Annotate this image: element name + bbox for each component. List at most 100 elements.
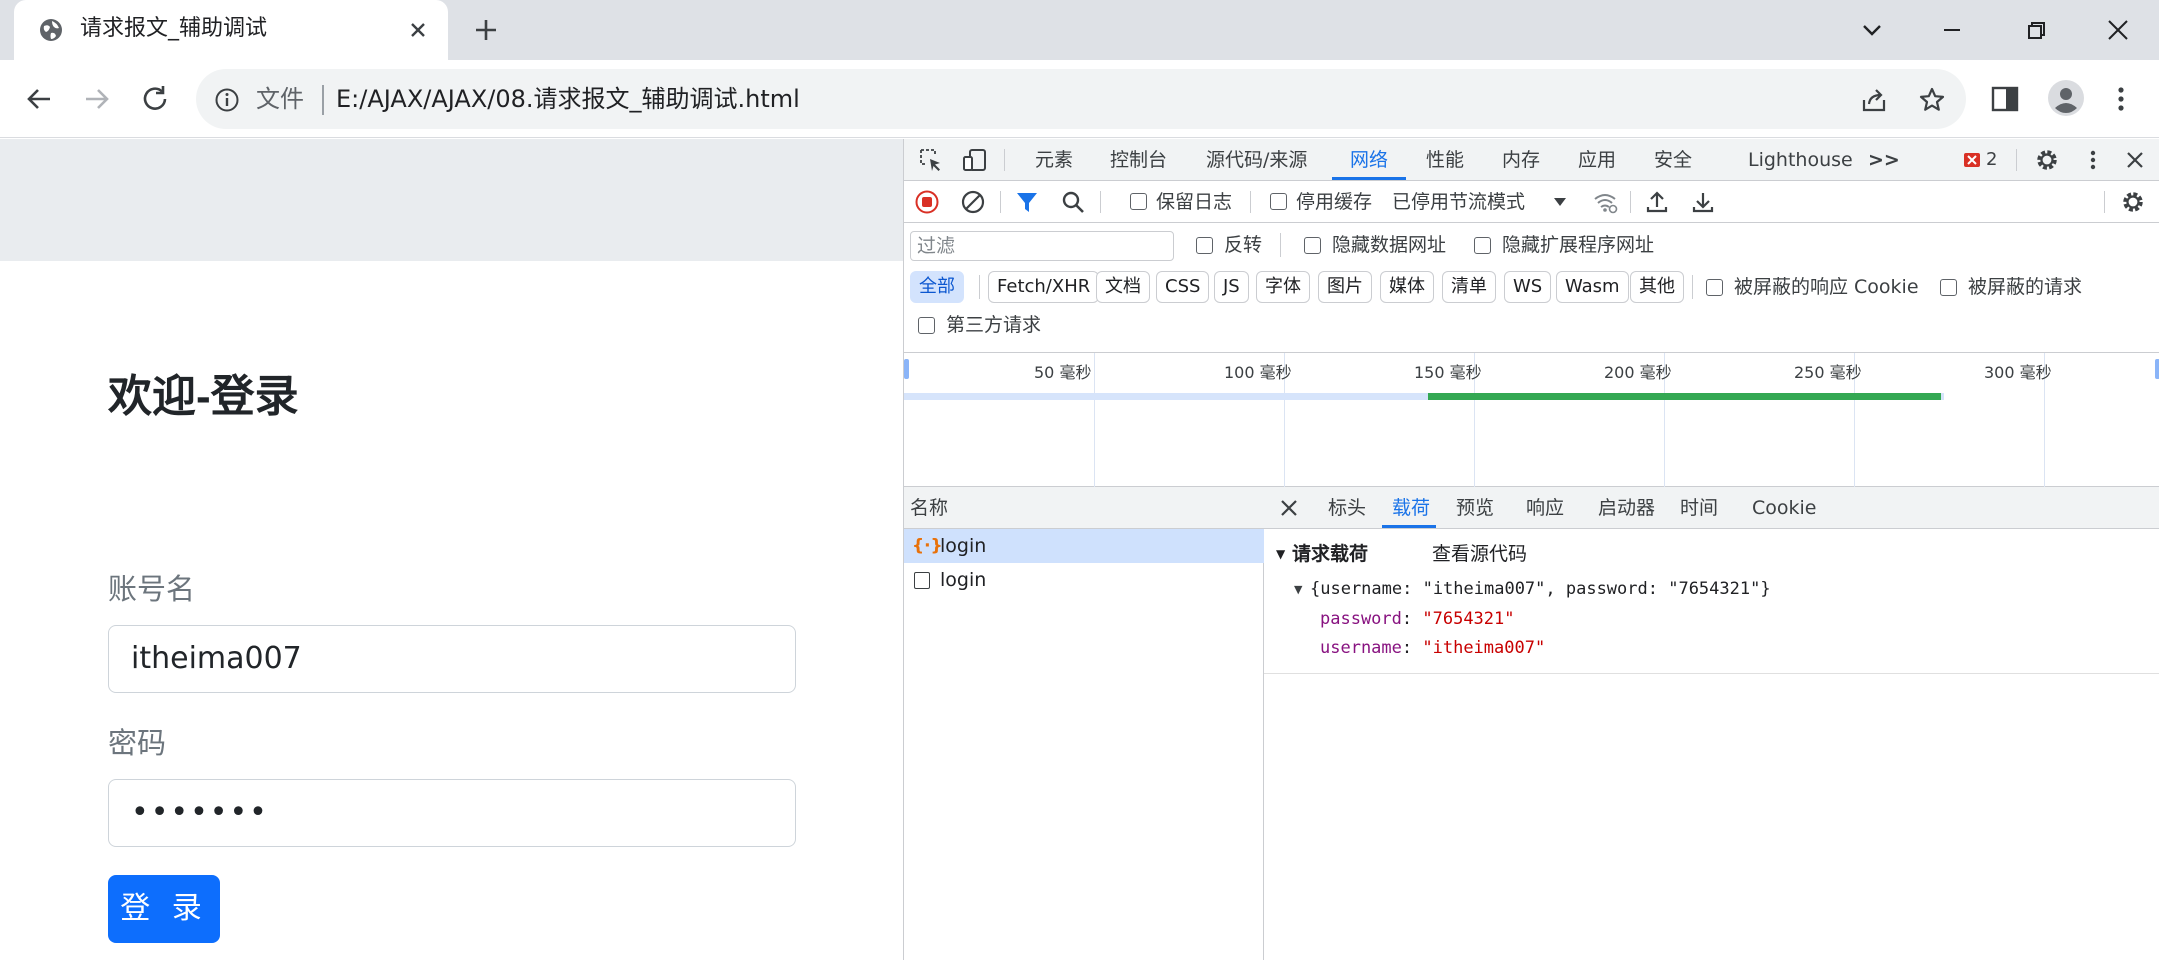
info-icon[interactable]	[214, 87, 240, 113]
section-expand-triangle-icon[interactable]: ▼	[1276, 547, 1285, 561]
timeline-request-bar[interactable]	[1428, 393, 1942, 400]
third-party-checkbox[interactable]	[918, 317, 935, 334]
payload-key: password	[1320, 609, 1402, 629]
restore-icon[interactable]	[2016, 10, 2056, 50]
hide-ext-urls-checkbox[interactable]	[1474, 237, 1491, 254]
error-count[interactable]: 2	[1986, 139, 1997, 181]
record-stop-icon[interactable]	[914, 189, 940, 215]
detail-tab-cookies[interactable]: Cookie	[1752, 487, 1817, 529]
preserve-log-checkbox[interactable]	[1130, 193, 1147, 210]
tab-network[interactable]: 网络	[1350, 139, 1388, 181]
share-icon[interactable]	[1860, 86, 1888, 114]
ctrl-separator	[1250, 191, 1251, 213]
filter-chip-wasm[interactable]: Wasm	[1556, 271, 1629, 303]
request-row[interactable]: {·} login	[904, 529, 1264, 563]
back-arrow-icon[interactable]	[20, 80, 58, 118]
filter-separator	[1692, 275, 1693, 299]
tab-close-icon[interactable]	[406, 18, 430, 42]
tab-memory[interactable]: 内存	[1502, 139, 1540, 181]
address-bar[interactable]: 文件 E:/AJAX/AJAX/08.请求报文_辅助调试.html	[196, 69, 1966, 129]
tab-performance[interactable]: 性能	[1426, 139, 1464, 181]
chevron-down-icon[interactable]	[1852, 10, 1892, 50]
network-settings-gear-icon[interactable]	[2120, 189, 2146, 215]
timeline-left-handle[interactable]	[904, 359, 909, 379]
ctrl-separator	[1100, 191, 1101, 213]
inspect-element-icon[interactable]	[918, 147, 944, 173]
filter-chip-fetch-xhr[interactable]: Fetch/XHR	[988, 271, 1100, 303]
filter-chip-media[interactable]: 媒体	[1380, 271, 1434, 303]
devtools-close-icon[interactable]	[2122, 147, 2148, 173]
filter-chip-css[interactable]: CSS	[1156, 271, 1210, 303]
object-expand-triangle-icon[interactable]: ▼	[1294, 583, 1302, 596]
star-icon[interactable]	[1918, 86, 1946, 114]
plus-icon[interactable]	[470, 14, 502, 46]
request-name: login	[940, 569, 987, 591]
forward-arrow-icon[interactable]	[78, 80, 116, 118]
close-detail-icon[interactable]	[1278, 497, 1300, 519]
caret-down-icon[interactable]	[1552, 196, 1568, 208]
devtools-menu-icon[interactable]	[2080, 147, 2106, 173]
tab-application[interactable]: 应用	[1578, 139, 1616, 181]
filter-chip-doc[interactable]: 文档	[1096, 271, 1150, 303]
network-conditions-icon[interactable]	[1592, 189, 1618, 215]
blocked-requests-checkbox[interactable]	[1940, 279, 1957, 296]
invert-checkbox[interactable]	[1196, 237, 1213, 254]
detail-tab-response[interactable]: 响应	[1526, 487, 1564, 529]
detail-tab-timing[interactable]: 时间	[1680, 487, 1718, 529]
side-panel-icon[interactable]	[1988, 82, 2022, 116]
device-toolbar-icon[interactable]	[962, 147, 988, 173]
tab-elements[interactable]: 元素	[1035, 139, 1073, 181]
section-title[interactable]: 请求载荷	[1292, 539, 1368, 569]
detail-tab-headers[interactable]: 标头	[1328, 487, 1366, 529]
third-party-label: 第三方请求	[946, 314, 1042, 336]
filter-chip-js[interactable]: JS	[1214, 271, 1249, 303]
disable-cache-checkbox[interactable]	[1270, 193, 1287, 210]
password-field[interactable]: •••••••	[108, 779, 796, 847]
request-row[interactable]: login	[904, 563, 1264, 597]
username-field[interactable]: itheima007	[108, 625, 796, 693]
filter-chip-ws[interactable]: WS	[1504, 271, 1552, 303]
timeline-right-handle[interactable]	[2155, 359, 2159, 379]
invert-label: 反转	[1224, 234, 1263, 256]
reload-icon[interactable]	[136, 80, 174, 118]
minimize-icon[interactable]	[1932, 10, 1972, 50]
clear-icon[interactable]	[960, 189, 986, 215]
error-badge-icon[interactable]	[1964, 153, 1980, 167]
blocked-cookies-checkbox[interactable]	[1706, 279, 1723, 296]
view-source-link[interactable]: 查看源代码	[1432, 539, 1527, 569]
filter-input[interactable]: 过滤	[910, 231, 1174, 261]
profile-avatar-icon[interactable]	[2046, 78, 2086, 118]
payload-summary[interactable]: {username: "itheima007", password: "7654…	[1310, 577, 1771, 601]
tab-console[interactable]: 控制台	[1110, 139, 1167, 181]
network-overview-timeline[interactable]: 50 毫秒 100 毫秒 150 毫秒 200 毫秒 250 毫秒 300 毫秒	[904, 353, 2159, 487]
filter-chip-font[interactable]: 字体	[1256, 271, 1310, 303]
filter-chip-img[interactable]: 图片	[1318, 271, 1372, 303]
timeline-tick-label: 50 毫秒	[1034, 363, 1092, 382]
throttling-select[interactable]: 已停用节流模式	[1392, 181, 1525, 223]
filter-chip-manifest[interactable]: 清单	[1442, 271, 1496, 303]
filter-chip-other[interactable]: 其他	[1630, 271, 1684, 303]
document-icon	[914, 572, 930, 589]
login-button[interactable]: 登 录	[108, 875, 220, 943]
kebab-menu-icon[interactable]	[2104, 82, 2138, 116]
url-text[interactable]: E:/AJAX/AJAX/08.请求报文_辅助调试.html	[336, 83, 800, 115]
detail-tab-payload[interactable]: 载荷	[1392, 487, 1430, 529]
import-har-icon[interactable]	[1644, 189, 1670, 215]
tab-sources[interactable]: 源代码/来源	[1206, 139, 1307, 181]
export-har-icon[interactable]	[1690, 189, 1716, 215]
more-tabs-button[interactable]: >>	[1868, 139, 1900, 181]
tab-separator	[2016, 149, 2017, 171]
tab-security[interactable]: 安全	[1654, 139, 1692, 181]
settings-gear-icon[interactable]	[2034, 147, 2060, 173]
detail-tab-initiator[interactable]: 启动器	[1598, 487, 1655, 529]
filter-chip-all[interactable]: 全部	[910, 271, 964, 303]
filter-funnel-icon[interactable]	[1014, 189, 1040, 215]
hide-data-urls-checkbox[interactable]	[1304, 237, 1321, 254]
tab-lighthouse[interactable]: Lighthouse	[1748, 139, 1853, 181]
window-close-icon[interactable]	[2098, 10, 2138, 50]
name-column-header[interactable]: 名称	[904, 487, 1264, 529]
browser-tab[interactable]: 请求报文_辅助调试	[14, 0, 448, 60]
detail-tab-preview[interactable]: 预览	[1456, 487, 1494, 529]
network-controls: 保留日志 停用缓存 已停用节流模式	[904, 181, 2159, 223]
search-icon[interactable]	[1060, 189, 1086, 215]
